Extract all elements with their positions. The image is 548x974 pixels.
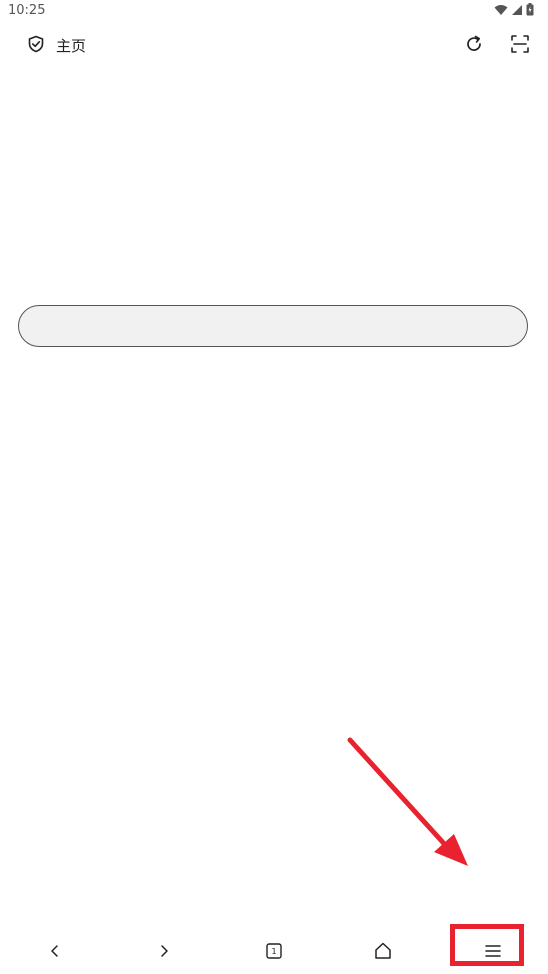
home-button[interactable] (368, 936, 398, 966)
wifi-icon (494, 4, 508, 15)
annotation-highlight-box (450, 924, 524, 966)
scan-icon[interactable] (510, 34, 530, 58)
battery-icon (526, 3, 534, 16)
home-icon (375, 942, 391, 959)
tab-count: 1 (271, 946, 277, 956)
chevron-right-icon (161, 945, 168, 957)
signal-icon (512, 4, 522, 15)
forward-button[interactable] (149, 936, 179, 966)
refresh-icon[interactable] (464, 34, 484, 58)
shield-check-icon[interactable] (27, 35, 45, 57)
status-time: 10:25 (8, 3, 46, 18)
chevron-left-icon (51, 945, 58, 957)
status-icons (494, 3, 534, 16)
tabs-button[interactable]: 1 (259, 936, 289, 966)
search-input[interactable] (18, 305, 528, 347)
back-button[interactable] (40, 936, 70, 966)
annotation-arrow (347, 737, 468, 866)
top-bar: 主页 (0, 26, 548, 64)
page-title: 主页 (56, 37, 87, 55)
status-bar: 10:25 (0, 0, 548, 22)
